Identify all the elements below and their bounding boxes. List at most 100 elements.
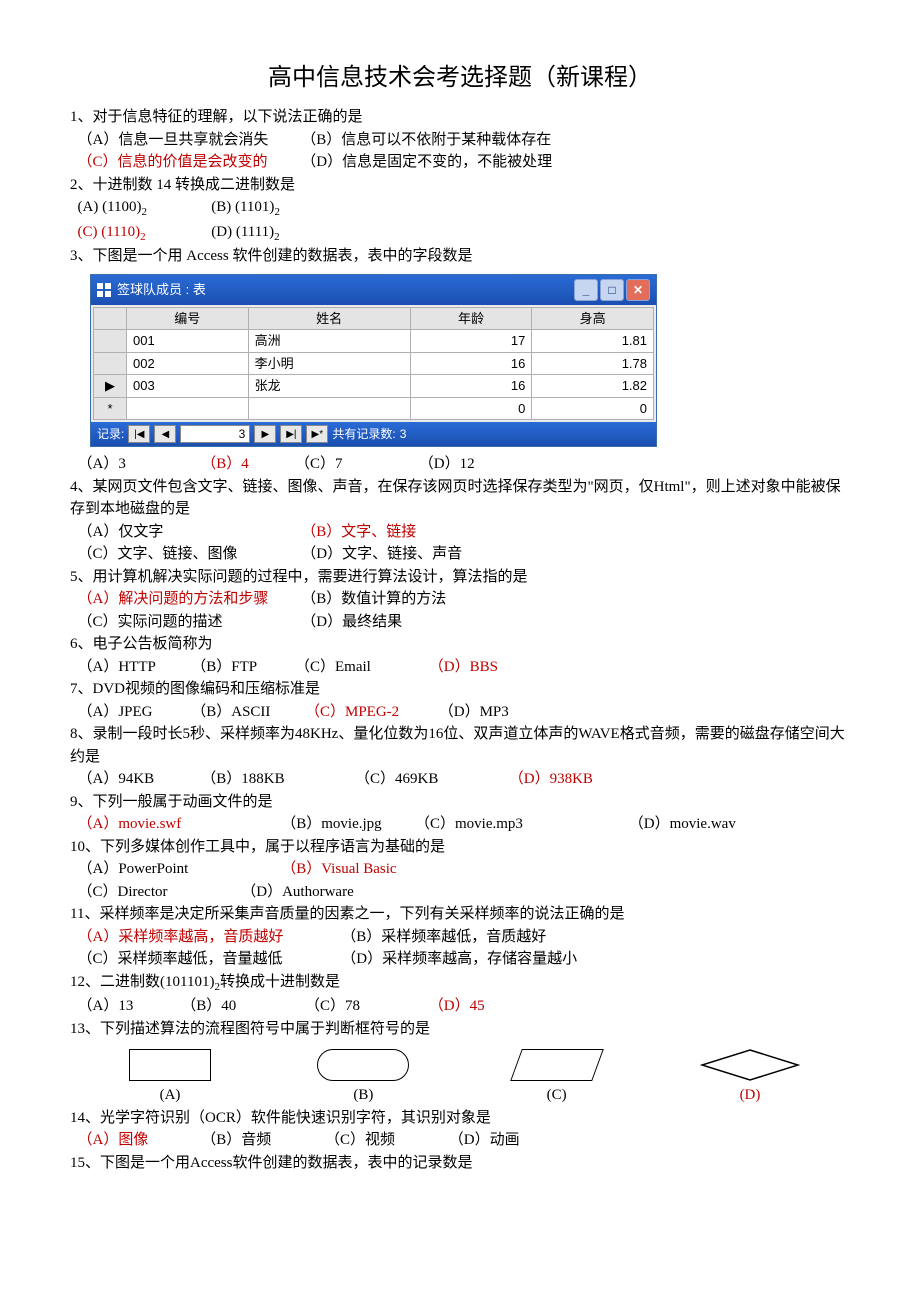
nav-label: 记录:: [97, 425, 124, 443]
q11-b: （B）采样频率越低，音质越好: [341, 926, 546, 949]
q5-options-2: （C）实际问题的描述 （D）最终结果: [70, 611, 850, 634]
q2-d: (D) (1111)2: [211, 221, 279, 246]
q6-c: （C）Email: [295, 656, 425, 679]
nav-first-button[interactable]: |◀: [128, 425, 150, 443]
nav-next-button[interactable]: ▶: [254, 425, 276, 443]
q4-a: （A）仅文字: [78, 521, 298, 544]
q11-options-1: （A）采样频率越高，音质越好 （B）采样频率越低，音质越好: [70, 926, 850, 949]
question-14: 14、光学字符识别（OCR）软件能快速识别字符，其识别对象是: [70, 1107, 850, 1130]
table-row[interactable]: 001 高洲 17 1.81: [94, 330, 654, 353]
q5-a: （A）解决问题的方法和步骤: [78, 588, 298, 611]
q10-options-1: （A）PowerPoint （B）Visual Basic: [70, 858, 850, 881]
nav-last-button[interactable]: ▶|: [280, 425, 302, 443]
q14-c: （C）视频: [325, 1129, 445, 1152]
q7-c: （C）MPEG-2: [305, 701, 435, 724]
q10-c: （C）Director: [78, 881, 238, 904]
data-table: 编号 姓名 年龄 身高 001 高洲 17 1.81 002 李小明 16 1.…: [93, 307, 654, 421]
q8-options: （A）94KB （B）188KB （C）469KB （D）938KB: [70, 768, 850, 791]
q10-b: （B）Visual Basic: [281, 858, 396, 881]
question-3: 3、下图是一个用 Access 软件创建的数据表，表中的字段数是: [70, 245, 850, 268]
question-4: 4、某网页文件包含文字、链接、图像、声音，在保存该网页时选择保存类型为"网页，仅…: [70, 476, 850, 521]
q12-a: （A）13: [78, 995, 178, 1018]
q5-d: （D）最终结果: [301, 611, 402, 634]
q13-a: (A): [90, 1084, 250, 1107]
close-button[interactable]: ✕: [626, 279, 650, 301]
q2-a: (A) (1100)2: [78, 196, 208, 221]
q11-c: （C）采样频率越低，音量越低: [78, 948, 338, 971]
table-row-new[interactable]: * 0 0: [94, 397, 654, 420]
maximize-button[interactable]: □: [600, 279, 624, 301]
q9-a: （A）movie.swf: [78, 813, 278, 836]
question-6: 6、电子公告板简称为: [70, 633, 850, 656]
q9-options: （A）movie.swf （B）movie.jpg （C）movie.mp3 （…: [70, 813, 850, 836]
table-row[interactable]: ▶ 003 张龙 16 1.82: [94, 375, 654, 398]
q7-d: （D）MP3: [439, 701, 509, 724]
q7-a: （A）JPEG: [78, 701, 188, 724]
q10-options-2: （C）Director （D）Authorware: [70, 881, 850, 904]
question-15: 15、下图是一个用Access软件创建的数据表，表中的记录数是: [70, 1152, 850, 1175]
q12-c: （C）78: [305, 995, 425, 1018]
q14-d: （D）动画: [449, 1129, 520, 1152]
window-title: 签球队成员 : 表: [117, 280, 206, 300]
parallelogram-shape: [510, 1049, 604, 1081]
q5-c: （C）实际问题的描述: [78, 611, 298, 634]
question-12: 12、二进制数(101101)2转换成十进制数是: [70, 971, 850, 996]
q13-b: (B): [283, 1084, 443, 1107]
rounded-rect-shape: [317, 1049, 409, 1081]
question-11: 11、采样频率是决定所采集声音质量的因素之一，下列有关采样频率的说法正确的是: [70, 903, 850, 926]
page-title: 高中信息技术会考选择题（新课程）: [70, 60, 850, 96]
nav-new-button[interactable]: ▶*: [306, 425, 328, 443]
q1-b: （B）信息可以不依附于某种载体存在: [301, 129, 551, 152]
q1-d: （D）信息是固定不变的，不能被处理: [301, 151, 552, 174]
nav-current-field[interactable]: 3: [180, 425, 250, 443]
rectangle-shape: [129, 1049, 211, 1081]
nav-prev-button[interactable]: ◀: [154, 425, 176, 443]
q10-d: （D）Authorware: [241, 881, 353, 904]
q3-b: （B）4: [201, 453, 291, 476]
q4-options-1: （A）仅文字 （B）文字、链接: [70, 521, 850, 544]
q7-options: （A）JPEG （B）ASCII （C）MPEG-2 （D）MP3: [70, 701, 850, 724]
q9-c: （C）movie.mp3: [415, 813, 625, 836]
question-1: 1、对于信息特征的理解，以下说法正确的是: [70, 106, 850, 129]
nav-total: 3: [400, 425, 407, 443]
q2-options-1: (A) (1100)2 (B) (1101)2: [70, 196, 850, 221]
q7-b: （B）ASCII: [191, 701, 301, 724]
q8-a: （A）94KB: [78, 768, 198, 791]
q6-a: （A）HTTP: [78, 656, 188, 679]
access-window: 签球队成员 : 表 _ □ ✕ 编号 姓名 年龄 身高 001 高洲 17 1.…: [90, 274, 657, 448]
record-navigator: 记录: |◀ ◀ 3 ▶ ▶| ▶* 共有记录数: 3: [91, 422, 656, 446]
q10-a: （A）PowerPoint: [78, 858, 278, 881]
col-id: 编号: [127, 307, 249, 330]
table-row[interactable]: 002 李小明 16 1.78: [94, 352, 654, 375]
q5-b: （B）数值计算的方法: [301, 588, 446, 611]
flowchart-shapes: [90, 1048, 830, 1082]
q14-b: （B）音频: [201, 1129, 321, 1152]
q12-options: （A）13 （B）40 （C）78 （D）45: [70, 995, 850, 1018]
nav-total-label: 共有记录数:: [332, 425, 395, 443]
minimize-button[interactable]: _: [574, 279, 598, 301]
q8-d: （D）938KB: [509, 768, 593, 791]
q13-labels: (A) (B) (C) (D): [90, 1084, 830, 1107]
question-5: 5、用计算机解决实际问题的过程中，需要进行算法设计，算法指的是: [70, 566, 850, 589]
q9-d: （D）movie.wav: [629, 813, 736, 836]
q11-d: （D）采样频率越高，存储容量越小: [341, 948, 577, 971]
q4-b: （B）文字、链接: [301, 521, 416, 544]
q4-options-2: （C）文字、链接、图像 （D）文字、链接、声音: [70, 543, 850, 566]
q13-c: (C): [477, 1084, 637, 1107]
question-13: 13、下列描述算法的流程图符号中属于判断框符号的是: [70, 1018, 850, 1041]
diamond-shape: [700, 1048, 800, 1082]
col-age: 年龄: [410, 307, 532, 330]
q3-d: （D）12: [419, 453, 475, 476]
q2-b: (B) (1101)2: [211, 196, 280, 221]
q1-c: （C）信息的价值是会改变的: [78, 151, 298, 174]
question-2: 2、十进制数 14 转换成二进制数是: [70, 174, 850, 197]
question-7: 7、DVD视频的图像编码和压缩标准是: [70, 678, 850, 701]
q2-options-2: (C) (1110)2 (D) (1111)2: [70, 221, 850, 246]
question-8: 8、录制一段时长5秒、采样频率为48KHz、量化位数为16位、双声道立体声的WA…: [70, 723, 850, 768]
q3-c: （C）7: [295, 453, 415, 476]
q14-options: （A）图像 （B）音频 （C）视频 （D）动画: [70, 1129, 850, 1152]
q12-b: （B）40: [181, 995, 301, 1018]
q2-c: (C) (1110)2: [78, 221, 208, 246]
selector-header: [94, 307, 127, 330]
question-9: 9、下列一般属于动画文件的是: [70, 791, 850, 814]
